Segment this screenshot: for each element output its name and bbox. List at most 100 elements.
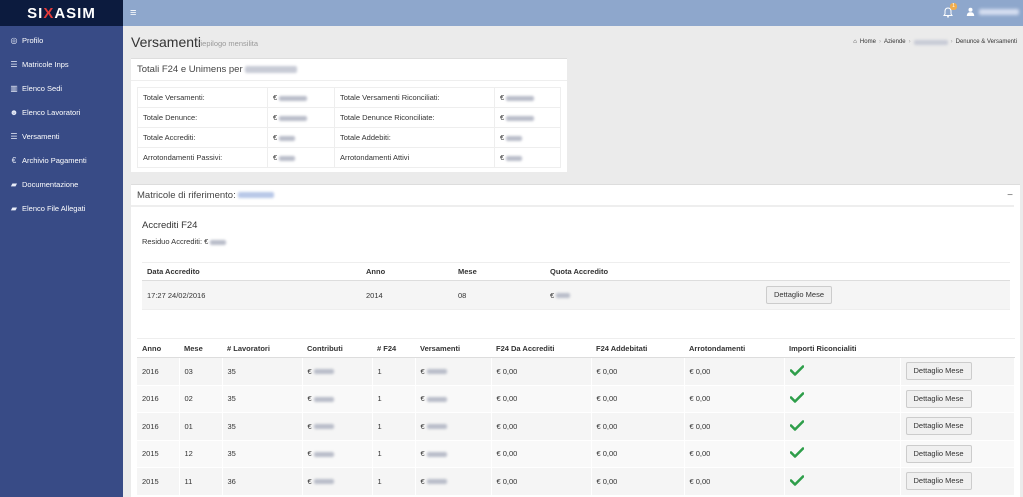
cell-lavoratori: 35	[222, 412, 303, 441]
cell-data-accredito: 17:27 24/02/2016	[142, 280, 361, 310]
cell-lavoratori: 36	[222, 467, 303, 496]
cell-versamenti: €	[415, 440, 492, 468]
sidebar-item-elenco-file-allegati[interactable]: ▰ Elenco File Allegati	[0, 196, 123, 220]
sidebar-item-elenco-lavoratori[interactable]: ☻ Elenco Lavoratori	[0, 100, 123, 124]
column-header: # Lavoratori	[222, 338, 302, 358]
cell-versamenti: €	[415, 385, 492, 413]
sidebar-item-label: Versamenti	[22, 131, 60, 141]
breadcrumb-company-redacted[interactable]	[913, 39, 948, 45]
column-header: Quota Accredito	[545, 262, 761, 281]
column-header: F24 Da Accrediti	[491, 338, 591, 358]
user-icon[interactable]	[966, 7, 975, 18]
matricola-number-redacted	[238, 192, 275, 198]
matricola-panel: Matricole di riferimento: − Accrediti F2…	[131, 184, 1020, 497]
logo[interactable]: SIXASIM	[0, 0, 123, 26]
cell-importi-riconciliati	[784, 385, 901, 413]
dettaglio-mese-button[interactable]: Dettaglio Mese	[905, 444, 972, 463]
check-icon	[789, 419, 804, 431]
sidebar-item-versamenti[interactable]: ☰ Versamenti	[0, 124, 123, 148]
cell-action: Dettaglio Mese	[900, 357, 1015, 386]
totals-row: Totale Versamenti: € Totale Versamenti R…	[137, 87, 561, 108]
cell-versamenti: €	[415, 412, 492, 441]
totals-value: €	[267, 147, 335, 168]
cell-arrotondamenti: € 0,00	[684, 385, 785, 413]
cell-importi-riconciliati	[784, 467, 901, 496]
sidebar: SIXASIM ◎ Profilo ☰ Matricole Inps ▥ Ele…	[0, 0, 123, 497]
breadcrumb-current: Denunce & Versamenti	[955, 39, 1017, 45]
dettaglio-mese-button[interactable]: Dettaglio Mese	[905, 417, 972, 436]
totals-value: €	[267, 127, 335, 148]
sidebar-item-documentazione[interactable]: ▰ Documentazione	[0, 172, 123, 196]
accrediti-table: Data Accredito Anno Mese Quota Accredito…	[142, 262, 1010, 310]
totals-row: Totale Denunce: € Totale Denunce Riconci…	[137, 107, 561, 128]
column-header: Anno	[137, 338, 179, 358]
totals-label: Totale Denunce Riconciliate:	[334, 107, 495, 128]
table-row: 2015 11 36 € 1 € € 0,00 € 0,00 € 0,00 Dettaglio…	[137, 467, 1015, 496]
totals-label: Arrotondamenti Attivi	[334, 147, 495, 168]
table-row: 2015 12 35 € 1 € € 0,00 € 0,00 € 0,00 Dettaglio…	[137, 440, 1015, 468]
cell-f24: 1	[372, 357, 416, 386]
sidebar-item-profilo[interactable]: ◎ Profilo	[0, 28, 123, 52]
dettaglio-mese-button[interactable]: Dettaglio Mese	[766, 286, 833, 304]
table-row: 17:27 24/02/2016 2014 08 € Dettaglio Mes…	[142, 280, 1010, 310]
cell-f24-da-accrediti: € 0,00	[491, 467, 592, 496]
dettaglio-mese-button[interactable]: Dettaglio Mese	[905, 362, 972, 381]
user-name[interactable]	[979, 9, 1019, 15]
sidebar-item-matricole-inps[interactable]: ☰ Matricole Inps	[0, 52, 123, 76]
breadcrumb-separator: ›	[908, 39, 911, 45]
cell-mese: 11	[179, 467, 223, 496]
breadcrumb: ⌂ Home › Aziende › › Denunce & Versament…	[853, 39, 1017, 45]
totals-value: €	[267, 87, 335, 108]
sidebar-item-elenco-sedi[interactable]: ▥ Elenco Sedi	[0, 76, 123, 100]
accrediti-title: Accrediti F24	[142, 220, 198, 231]
cell-f24-da-accrediti: € 0,00	[491, 440, 592, 468]
totals-row: Arrotondamenti Passivi: € Arrotondamenti…	[137, 147, 561, 168]
folder-icon: ▰	[10, 203, 18, 213]
cell-arrotondamenti: € 0,00	[684, 412, 785, 441]
totals-title: Totali F24 e Unimens per	[131, 59, 567, 81]
cell-contributi: €	[302, 357, 373, 386]
column-header: Contributi	[302, 338, 372, 358]
cell-mese: 02	[179, 385, 223, 413]
dettaglio-mese-button[interactable]: Dettaglio Mese	[905, 389, 972, 408]
cell-arrotondamenti: € 0,00	[684, 357, 785, 386]
sidebar-item-label: Profilo	[22, 35, 44, 45]
sidebar-item-label: Matricole Inps	[22, 59, 69, 69]
check-icon	[789, 474, 804, 486]
cell-f24-addebitati: € 0,00	[591, 467, 685, 496]
totals-table: Totale Versamenti: € Totale Versamenti R…	[137, 87, 561, 168]
column-header: Mese	[453, 262, 545, 281]
cell-anno: 2016	[137, 385, 180, 413]
bank-icon: ▥	[10, 83, 18, 93]
cell-f24: 1	[372, 412, 416, 441]
collapse-icon[interactable]: −	[1007, 190, 1013, 201]
topbar: ≡ 1	[123, 0, 1023, 26]
cell-contributi: €	[302, 467, 373, 496]
list-icon: ☰	[10, 59, 18, 69]
cell-importi-riconciliati	[784, 412, 901, 441]
totals-value: €	[267, 107, 335, 128]
breadcrumb-home[interactable]: Home	[860, 39, 876, 45]
cell-importi-riconciliati	[784, 357, 901, 386]
cell-lavoratori: 35	[222, 357, 303, 386]
check-icon	[789, 392, 804, 404]
dashboard-icon: ◎	[10, 35, 18, 45]
cell-lavoratori: 35	[222, 440, 303, 468]
sidebar-menu: ◎ Profilo ☰ Matricole Inps ▥ Elenco Sedi…	[0, 26, 123, 220]
cell-f24-da-accrediti: € 0,00	[491, 385, 592, 413]
cell-f24-addebitati: € 0,00	[591, 412, 685, 441]
sidebar-item-label: Documentazione	[22, 179, 79, 189]
breadcrumb-aziende[interactable]: Aziende	[884, 39, 906, 45]
notification-badge: 1	[950, 3, 957, 10]
totals-label: Totale Accrediti:	[137, 127, 268, 148]
menu-toggle-icon[interactable]: ≡	[130, 7, 140, 19]
column-header: Anno	[361, 262, 453, 281]
column-header: Importi Riconcialiti	[784, 338, 900, 358]
table-row: 2016 03 35 € 1 € € 0,00 € 0,00 € 0,00 Dettaglio…	[137, 357, 1015, 386]
sidebar-item-archivio-pagamenti[interactable]: € Archivio Pagamenti	[0, 148, 123, 172]
cell-lavoratori: 35	[222, 385, 303, 413]
sidebar-item-label: Elenco Sedi	[22, 83, 63, 93]
cell-anno: 2016	[137, 412, 180, 441]
dettaglio-mese-button[interactable]: Dettaglio Mese	[905, 472, 972, 491]
column-header: Data Accredito	[142, 262, 361, 281]
